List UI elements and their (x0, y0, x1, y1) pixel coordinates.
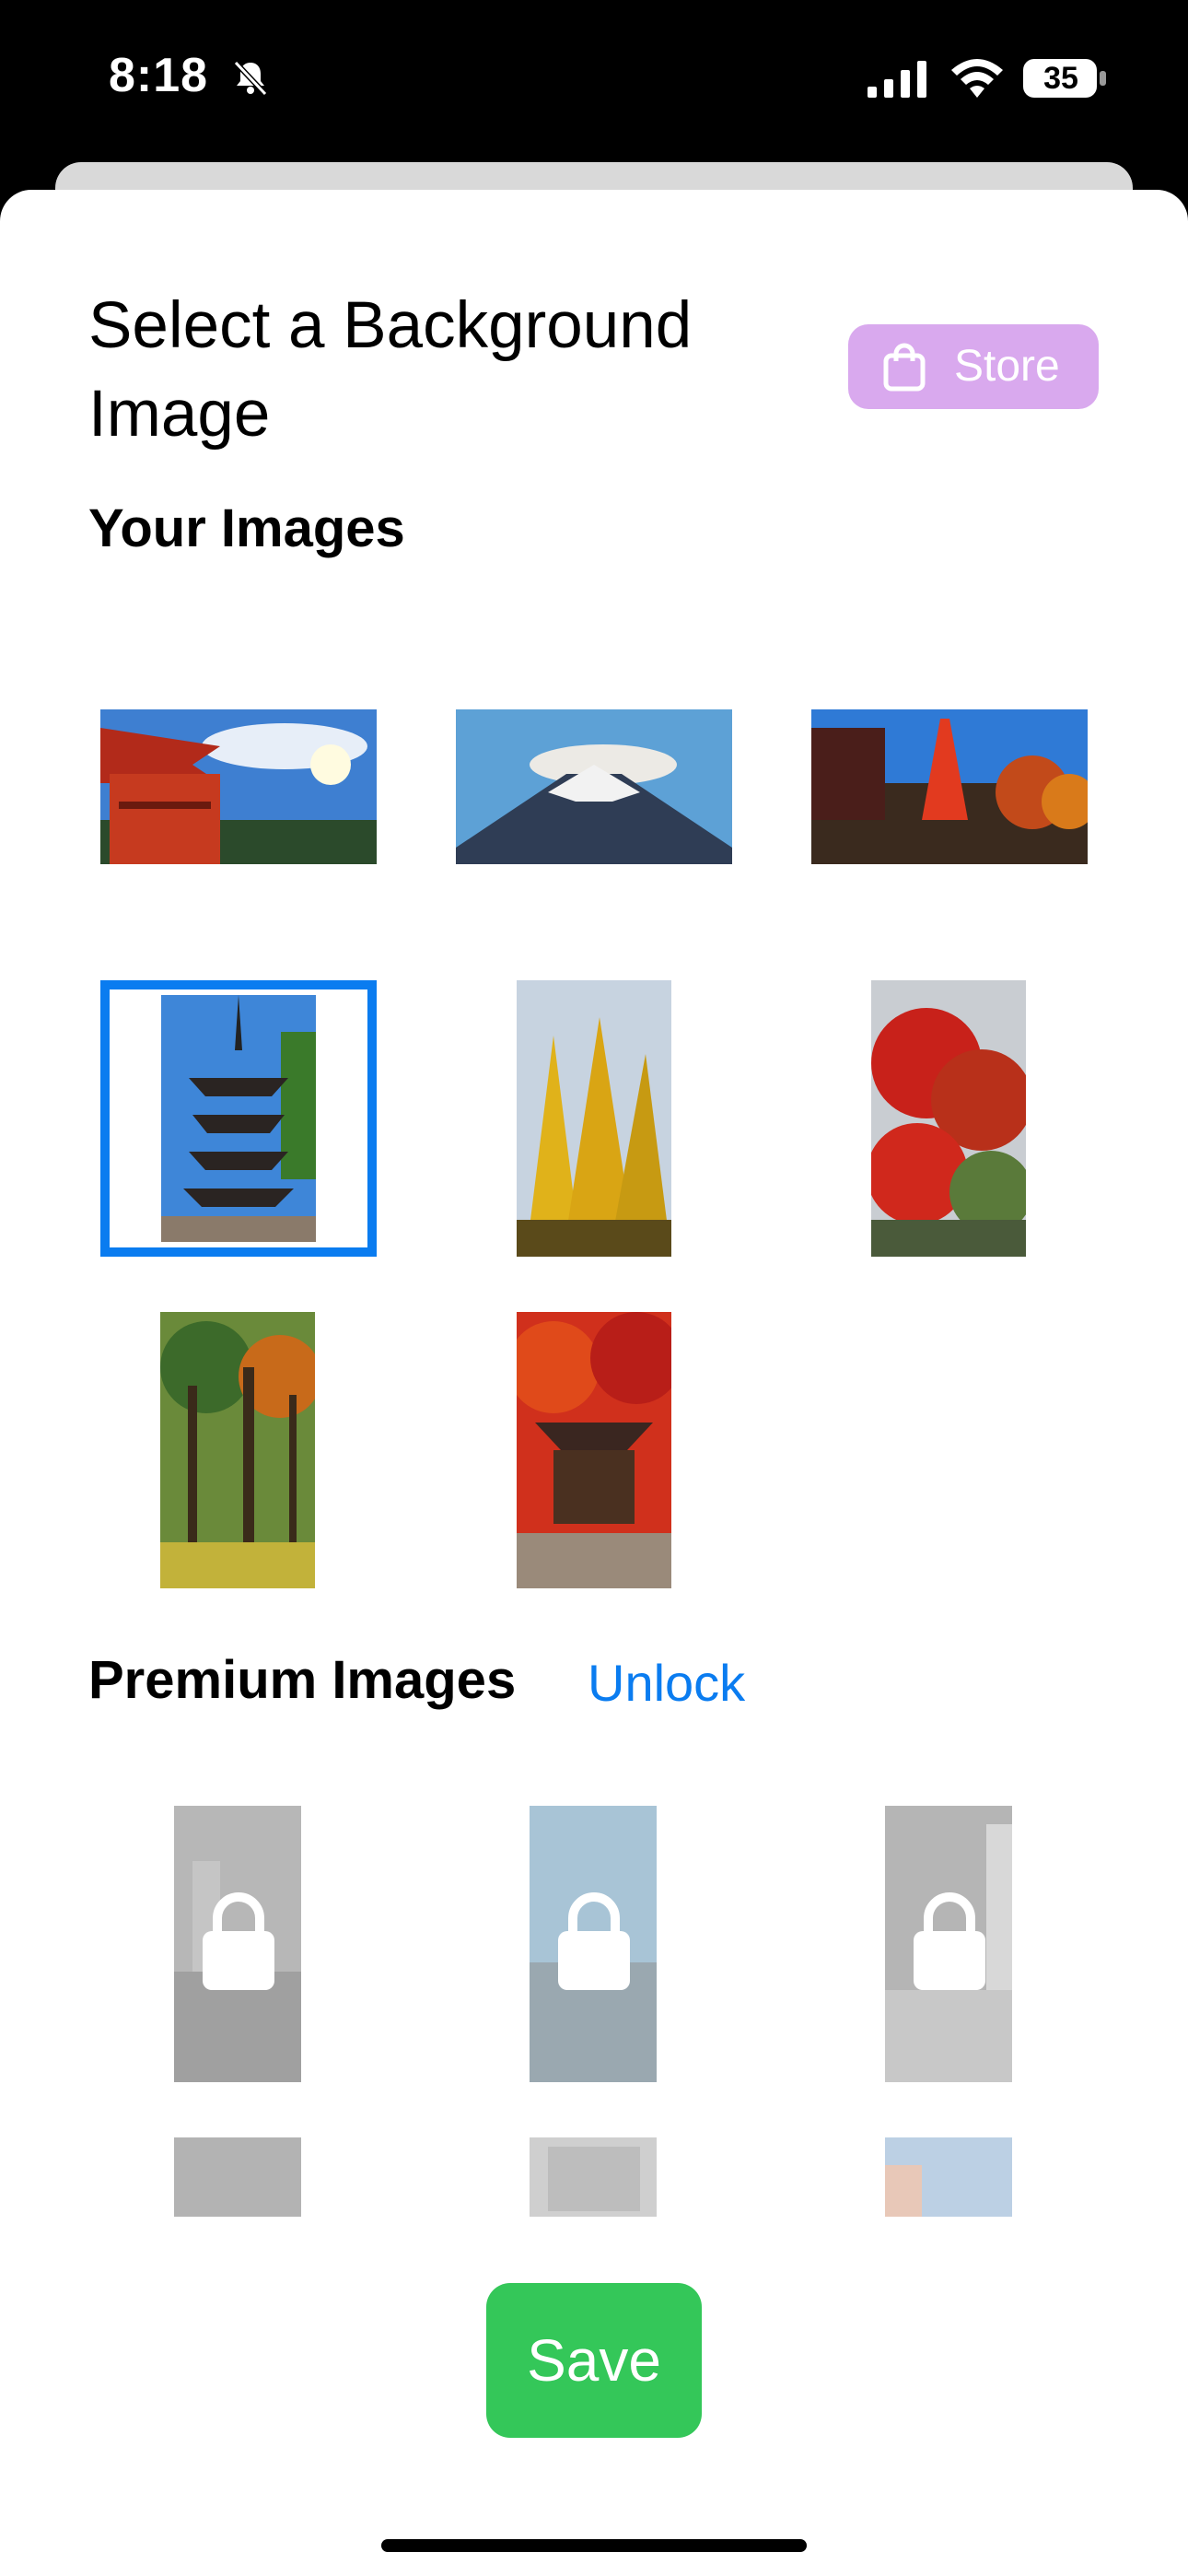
premium-images-heading: Premium Images (88, 1650, 517, 1710)
save-button[interactable]: Save (486, 2283, 702, 2438)
image-thumb-red-maple[interactable] (871, 980, 1026, 1257)
premium-image-thumb[interactable] (174, 2137, 301, 2217)
wifi-icon (951, 59, 1003, 98)
shopping-bag-icon (883, 343, 926, 392)
your-images-heading: Your Images (88, 498, 405, 558)
store-button-label: Store (954, 342, 1060, 391)
image-thumb-tokyo-tower[interactable] (811, 709, 1088, 864)
status-time: 8:18 (109, 49, 209, 102)
cellular-signal-icon (868, 61, 926, 98)
lock-icon (558, 1892, 630, 1990)
image-thumb-pagoda-dark-selected[interactable] (100, 980, 377, 1257)
image-thumb-pagoda-red-sky[interactable] (100, 709, 377, 864)
battery-level: 35 (1043, 61, 1078, 96)
image-thumb-pagoda-dark (161, 995, 316, 1242)
image-thumb-mount-fuji[interactable] (456, 709, 732, 864)
image-thumb-temple-autumn[interactable] (517, 1312, 671, 1588)
status-bar: 8:18 35 (0, 0, 1188, 166)
lock-icon (914, 1892, 985, 1990)
premium-image-thumb[interactable] (885, 2137, 1012, 2217)
premium-image-thumb[interactable] (530, 2137, 657, 2217)
image-thumb-forest-path[interactable] (160, 1312, 315, 1588)
home-indicator (381, 2539, 807, 2552)
lock-icon (203, 1892, 274, 1990)
silent-bell-icon (233, 60, 268, 97)
page-title: Select a Background Image (88, 289, 693, 451)
unlock-link[interactable]: Unlock (588, 1653, 745, 1713)
image-thumb-ginkgo-trees[interactable] (517, 980, 671, 1257)
